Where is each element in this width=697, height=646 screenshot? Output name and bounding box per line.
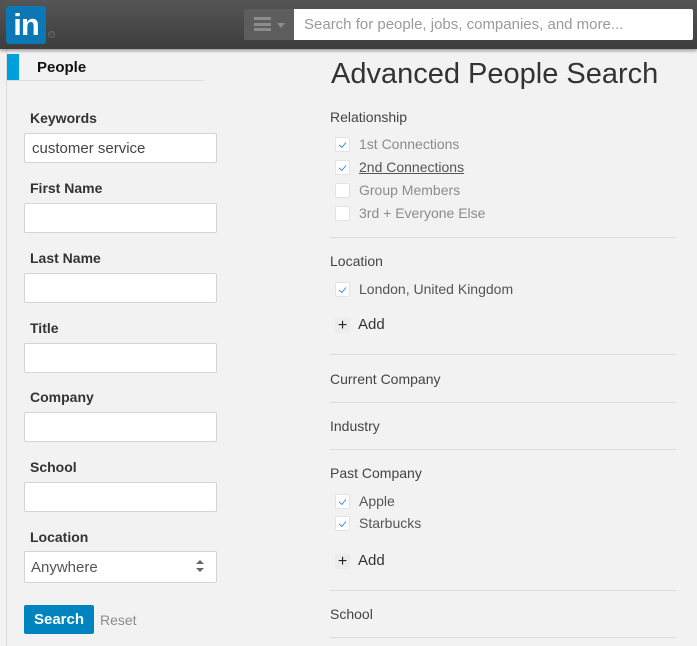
active-tab-indicator bbox=[7, 54, 19, 80]
option-label: 1st Connections bbox=[359, 136, 460, 152]
option-label: 2nd Connections bbox=[359, 159, 465, 175]
option-label: Group Members bbox=[359, 182, 461, 198]
add-label: Add bbox=[358, 316, 385, 333]
search-form-sidebar: People Keywords First Name Last Name Tit… bbox=[6, 49, 226, 646]
search-button[interactable]: Search bbox=[24, 605, 94, 634]
first-name-input[interactable] bbox=[24, 203, 217, 233]
checkmark-icon bbox=[338, 163, 347, 171]
last-name-label: Last Name bbox=[30, 250, 101, 266]
current-company-section-title[interactable]: Current Company bbox=[330, 371, 441, 387]
registered-mark-icon: ® bbox=[48, 31, 55, 38]
linkedin-logo[interactable]: in bbox=[6, 6, 46, 44]
checkbox-checked[interactable] bbox=[335, 160, 350, 175]
option-label: 3rd + Everyone Else bbox=[359, 205, 486, 221]
checkmark-icon bbox=[338, 140, 347, 148]
checkbox-checked[interactable] bbox=[335, 494, 350, 509]
section-divider bbox=[330, 590, 676, 591]
relationship-section-title: Relationship bbox=[330, 109, 408, 125]
checkmark-icon bbox=[338, 519, 347, 527]
company-label: Company bbox=[30, 389, 94, 405]
plus-icon: + bbox=[335, 554, 350, 570]
option-label: Starbucks bbox=[359, 515, 422, 531]
section-divider bbox=[330, 354, 676, 355]
checkmark-icon bbox=[338, 285, 347, 293]
keywords-label: Keywords bbox=[30, 110, 97, 126]
section-divider bbox=[330, 402, 676, 403]
checkbox-checked[interactable] bbox=[335, 282, 350, 297]
hamburger-menu-icon bbox=[254, 17, 271, 31]
past-company-section-title[interactable]: Past Company bbox=[330, 465, 422, 481]
location-select-value: Anywhere bbox=[31, 559, 98, 576]
top-navigation-bar: in ® bbox=[0, 0, 697, 49]
keywords-input[interactable] bbox=[24, 133, 217, 163]
location-section-title[interactable]: Location bbox=[330, 253, 383, 269]
caret-down-icon bbox=[277, 23, 285, 28]
checkbox-unchecked[interactable] bbox=[335, 206, 350, 221]
checkbox-checked[interactable] bbox=[335, 516, 350, 531]
option-label: Apple bbox=[359, 493, 395, 509]
select-arrows-icon bbox=[196, 560, 204, 574]
last-name-input[interactable] bbox=[24, 273, 217, 303]
industry-section-title[interactable]: Industry bbox=[330, 418, 380, 434]
search-category-menu-button[interactable] bbox=[244, 9, 294, 40]
section-divider bbox=[330, 637, 676, 638]
add-label: Add bbox=[358, 552, 385, 569]
tab-people-label: People bbox=[37, 59, 87, 76]
option-label: London, United Kingdom bbox=[359, 281, 514, 297]
tab-people[interactable]: People bbox=[7, 54, 204, 81]
school-section-title[interactable]: School bbox=[330, 606, 373, 622]
global-search-input[interactable] bbox=[294, 9, 693, 40]
section-divider bbox=[330, 449, 676, 450]
location-select[interactable]: Anywhere bbox=[24, 551, 217, 583]
reset-link[interactable]: Reset bbox=[100, 612, 137, 628]
title-input[interactable] bbox=[24, 343, 217, 373]
page-title: Advanced People Search bbox=[331, 58, 659, 90]
school-label: School bbox=[30, 459, 77, 475]
location-label: Location bbox=[30, 529, 89, 545]
checkbox-unchecked[interactable] bbox=[335, 183, 350, 198]
checkbox-checked[interactable] bbox=[335, 137, 350, 152]
first-name-label: First Name bbox=[30, 180, 103, 196]
plus-icon: + bbox=[335, 318, 350, 334]
checkmark-icon bbox=[338, 497, 347, 505]
section-divider bbox=[330, 237, 676, 238]
company-input[interactable] bbox=[24, 412, 217, 442]
title-label: Title bbox=[30, 320, 59, 336]
school-input[interactable] bbox=[24, 482, 217, 512]
